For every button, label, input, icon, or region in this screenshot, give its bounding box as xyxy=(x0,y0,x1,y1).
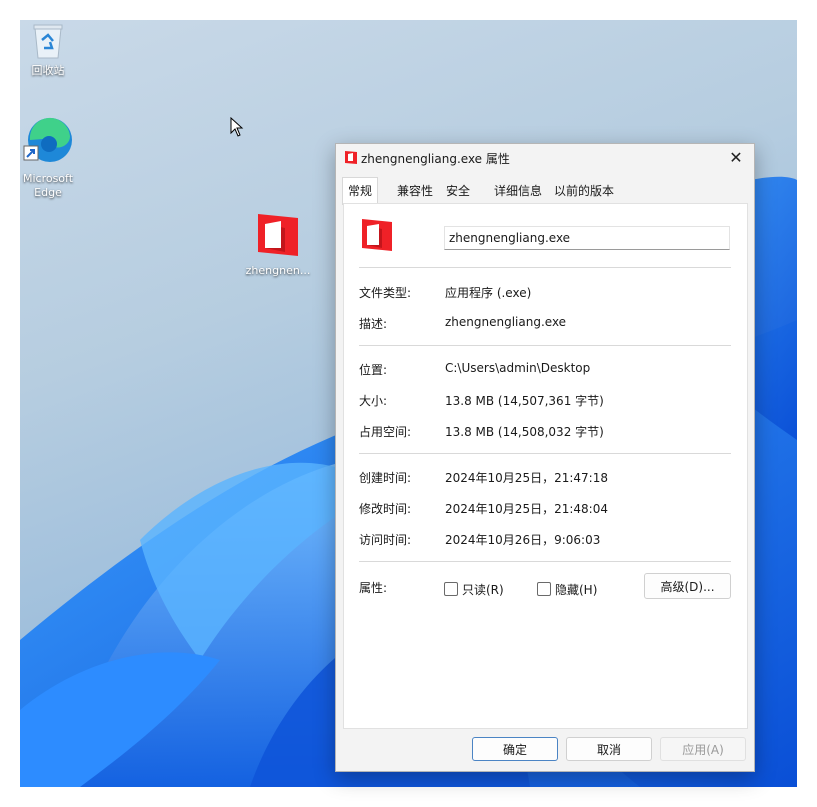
disk-size-value: 13.8 MB (14,508,032 字节) xyxy=(445,425,604,439)
recycle-bin-icon xyxy=(33,24,63,59)
mouse-cursor-icon xyxy=(230,117,244,137)
close-button[interactable]: ✕ xyxy=(718,144,754,172)
separator xyxy=(359,267,731,268)
tab-security[interactable]: 安全 xyxy=(441,179,475,203)
general-tab-panel: 文件类型: 应用程序 (.exe) 描述: zhengnengliang.exe… xyxy=(343,203,748,729)
location-label: 位置: xyxy=(359,363,388,377)
desktop-icon-label: zhengnen... xyxy=(245,264,311,277)
cancel-button[interactable]: 取消 xyxy=(566,737,652,761)
checkbox-box[interactable] xyxy=(537,582,551,596)
desktop-icon-label-line2: Edge xyxy=(34,186,62,199)
file-name-input[interactable] xyxy=(444,226,730,250)
accessed-value: 2024年10月26日，9:06:03 xyxy=(445,533,601,547)
description-value: zhengnengliang.exe xyxy=(445,315,567,329)
separator xyxy=(359,453,731,454)
file-icon xyxy=(362,219,392,251)
location-value: C:\Users\admin\Desktop xyxy=(445,361,591,375)
disk-size-label: 占用空间: xyxy=(359,425,412,439)
dialog-title: zhengnengliang.exe 属性 xyxy=(361,152,510,166)
tab-compatibility[interactable]: 兼容性 xyxy=(392,179,438,203)
title-bar[interactable]: zhengnengliang.exe 属性 ✕ xyxy=(336,144,754,172)
ok-button[interactable]: 确定 xyxy=(472,737,558,761)
apply-button[interactable]: 应用(A) xyxy=(660,737,746,761)
app-icon xyxy=(345,151,357,164)
created-value: 2024年10月25日，21:47:18 xyxy=(445,471,608,485)
modified-value: 2024年10月25日，21:48:04 xyxy=(445,502,608,516)
separator xyxy=(359,345,731,346)
size-value: 13.8 MB (14,507,361 字节) xyxy=(445,394,604,408)
advanced-button[interactable]: 高级(D)... xyxy=(644,573,731,599)
desktop-icon-label-line1: Microsoft xyxy=(22,172,74,185)
edge-icon xyxy=(23,117,72,162)
desktop-icon-label: 回收站 xyxy=(31,64,65,77)
desktop-icon-edge[interactable]: Microsoft Edge xyxy=(20,116,76,200)
properties-dialog: zhengnengliang.exe 属性 ✕ 常规 兼容性 安全 详细信息 以… xyxy=(335,143,755,772)
readonly-checkbox[interactable]: 只读(R) xyxy=(444,581,504,598)
created-label: 创建时间: xyxy=(359,471,412,485)
attributes-label: 属性: xyxy=(359,581,388,595)
file-type-value: 应用程序 (.exe) xyxy=(445,286,532,300)
hidden-label: 隐藏(H) xyxy=(555,583,598,597)
desktop-icon-app[interactable]: zhengnen... xyxy=(240,212,316,278)
readonly-label: 只读(R) xyxy=(462,583,504,597)
hidden-checkbox[interactable]: 隐藏(H) xyxy=(537,581,597,598)
accessed-label: 访问时间: xyxy=(359,533,412,547)
tab-details[interactable]: 详细信息 xyxy=(489,179,547,203)
desktop-icon-recycle-bin[interactable]: 回收站 xyxy=(24,22,72,78)
app-icon xyxy=(258,214,298,256)
file-type-label: 文件类型: xyxy=(359,286,412,300)
checkbox-box[interactable] xyxy=(444,582,458,596)
tab-previous-versions[interactable]: 以前的版本 xyxy=(549,179,619,203)
description-label: 描述: xyxy=(359,317,388,331)
modified-label: 修改时间: xyxy=(359,502,412,516)
size-label: 大小: xyxy=(359,394,388,408)
separator xyxy=(359,561,731,562)
tab-general[interactable]: 常规 xyxy=(342,177,379,205)
